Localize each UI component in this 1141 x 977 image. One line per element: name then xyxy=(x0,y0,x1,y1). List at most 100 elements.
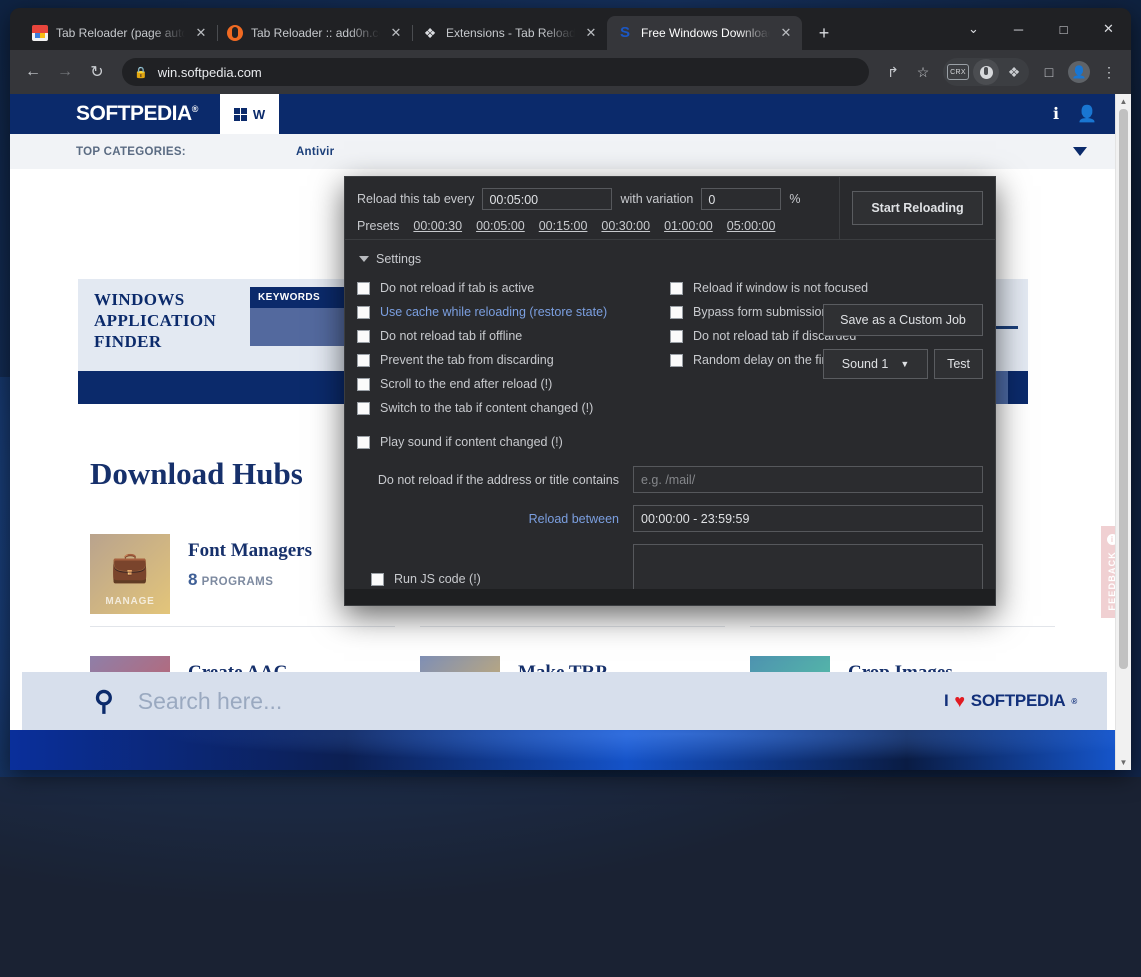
chevron-down-icon[interactable]: ⌄ xyxy=(951,8,996,50)
popup-footer xyxy=(345,589,995,605)
browser-tab-2[interactable]: Tab Reloader :: add0n.com ✕ xyxy=(217,16,412,50)
crx-icon[interactable]: CRX xyxy=(944,58,972,86)
checkbox[interactable] xyxy=(357,330,370,343)
address-bar[interactable]: 🔒 win.softpedia.com xyxy=(122,58,869,86)
option-label: Prevent the tab from discarding xyxy=(380,353,554,367)
site-search-bar[interactable]: ⚲ Search here... I ♥ SOFTPEDIA® xyxy=(22,672,1107,730)
checkbox[interactable] xyxy=(357,354,370,367)
option-reload-if-unfocused[interactable]: Reload if window is not focused xyxy=(670,276,983,300)
scrollbar-thumb[interactable] xyxy=(1119,109,1128,669)
hub-card[interactable]: 💼 MANAGE Font Managers 8 PROGRAMS xyxy=(90,534,312,614)
preset-link-4[interactable]: 00:30:00 xyxy=(601,219,650,233)
browser-tab-4-active[interactable]: S Free Windows Downloads ✕ xyxy=(607,16,802,50)
reload-between-row: Reload between 00:00:00 - 23:59:59 xyxy=(357,505,983,532)
interval-row: Reload this tab every 00:05:00 with vari… xyxy=(357,188,827,210)
option-prevent-discarding[interactable]: Prevent the tab from discarding xyxy=(357,348,670,372)
profile-avatar[interactable]: 👤 xyxy=(1065,58,1093,86)
account-icon[interactable]: 👤 xyxy=(1077,104,1097,124)
sound-select[interactable]: Sound 1 ▼ xyxy=(823,349,928,379)
share-icon[interactable]: ↱ xyxy=(879,58,907,86)
option-play-sound[interactable]: Play sound if content changed (!) xyxy=(357,430,983,454)
checkbox[interactable] xyxy=(371,573,384,586)
interval-input[interactable]: 00:05:00 xyxy=(482,188,612,210)
sound-select-value: Sound 1 xyxy=(842,357,889,371)
checkbox[interactable] xyxy=(670,330,683,343)
hub-name: Font Managers xyxy=(188,540,312,562)
scroll-up-arrow[interactable]: ▲ xyxy=(1116,94,1131,109)
checkbox[interactable] xyxy=(357,282,370,295)
new-tab-button[interactable]: + xyxy=(810,19,838,47)
chevron-down-icon[interactable] xyxy=(1073,147,1087,156)
settings-header[interactable]: Settings xyxy=(359,252,983,266)
start-reloading-button[interactable]: Start Reloading xyxy=(852,191,982,225)
option-label[interactable]: Use cache while reloading (restore state… xyxy=(380,305,607,319)
tab-reloader-popup: Reload this tab every 00:05:00 with vari… xyxy=(344,176,996,606)
page-scrollbar[interactable]: ▲ ▼ xyxy=(1115,94,1131,770)
browser-tab-3[interactable]: ❖ Extensions - Tab Reloader (p ✕ xyxy=(412,16,607,50)
chevron-down-icon: ▼ xyxy=(900,359,909,369)
variation-input[interactable]: 0 xyxy=(701,188,781,210)
minimize-button[interactable]: ─ xyxy=(996,8,1041,50)
save-custom-job-button[interactable]: Save as a Custom Job xyxy=(823,304,983,336)
preset-link-2[interactable]: 00:05:00 xyxy=(476,219,525,233)
checkbox[interactable] xyxy=(670,354,683,367)
checkbox[interactable] xyxy=(357,378,370,391)
search-input-placeholder[interactable]: Search here... xyxy=(138,688,282,715)
option-no-reload-offline[interactable]: Do not reload tab if offline xyxy=(357,324,670,348)
test-sound-button[interactable]: Test xyxy=(934,349,983,379)
close-window-button[interactable]: ✕ xyxy=(1086,8,1131,50)
reload-between-input[interactable]: 00:00:00 - 23:59:59 xyxy=(633,505,983,532)
preset-link-5[interactable]: 01:00:00 xyxy=(664,219,713,233)
extensions-puzzle-icon[interactable]: ❖ xyxy=(1000,58,1028,86)
page-title: Download Hubs xyxy=(90,456,303,492)
presets-label: Presets xyxy=(357,219,399,233)
webstore-icon xyxy=(32,25,48,41)
maximize-button[interactable]: □ xyxy=(1041,8,1086,50)
tab-close-button[interactable]: ✕ xyxy=(583,25,599,41)
browser-toolbar: ← → ↻ 🔒 win.softpedia.com ↱ ☆ CRX ❖ □ 👤 … xyxy=(10,50,1131,94)
tab-strip: Tab Reloader (page auto ref ✕ Tab Reload… xyxy=(10,8,1131,50)
hub-divider xyxy=(90,626,395,627)
exclude-address-input[interactable]: e.g. /mail/ xyxy=(633,466,983,493)
info-icon[interactable]: ℹ xyxy=(1053,104,1059,124)
browser-menu-icon[interactable]: ⋮ xyxy=(1095,58,1123,86)
preset-link-6[interactable]: 05:00:00 xyxy=(727,219,776,233)
page-viewport: SOFTPEDIA® W ℹ 👤 TOP CATEGORIES: Antivir… xyxy=(10,94,1131,770)
tab-reloader-icon xyxy=(973,59,999,85)
category-link-antivirus[interactable]: Antivir xyxy=(296,146,335,158)
option-do-not-reload-if-active[interactable]: Do not reload if tab is active xyxy=(357,276,670,300)
hub-divider xyxy=(420,626,725,627)
popup-settings-section: Settings Do not reload if tab is active … xyxy=(345,240,995,600)
scroll-down-arrow[interactable]: ▼ xyxy=(1116,755,1131,770)
extensions-group: CRX ❖ xyxy=(943,58,1029,86)
option-use-cache[interactable]: Use cache while reloading (restore state… xyxy=(357,300,670,324)
checkbox[interactable] xyxy=(357,436,370,449)
back-button[interactable]: ← xyxy=(18,57,48,87)
run-js-toggle[interactable]: Run JS code (!) xyxy=(357,544,633,586)
option-scroll-to-end[interactable]: Scroll to the end after reload (!) xyxy=(357,372,670,396)
browser-tab-1[interactable]: Tab Reloader (page auto ref ✕ xyxy=(22,16,217,50)
i-love-softpedia: I ♥ SOFTPEDIA® xyxy=(944,691,1077,712)
forward-button[interactable]: → xyxy=(50,57,80,87)
option-switch-on-change[interactable]: Switch to the tab if content changed (!) xyxy=(357,396,670,420)
tab-reloader-extension-button[interactable] xyxy=(972,58,1000,86)
option-label: Do not reload tab if offline xyxy=(380,329,522,343)
checkbox[interactable] xyxy=(670,306,683,319)
windows-section-tab[interactable]: W xyxy=(220,94,279,134)
reload-between-label[interactable]: Reload between xyxy=(357,512,633,526)
tab-close-button[interactable]: ✕ xyxy=(388,25,404,41)
tab-close-button[interactable]: ✕ xyxy=(193,25,209,41)
tab-close-button[interactable]: ✕ xyxy=(778,25,794,41)
checkbox[interactable] xyxy=(357,306,370,319)
hub-thumbnail: 💼 MANAGE xyxy=(90,534,170,614)
checkbox[interactable] xyxy=(357,402,370,415)
site-logo[interactable]: SOFTPEDIA® xyxy=(76,102,198,126)
preset-link-3[interactable]: 00:15:00 xyxy=(539,219,588,233)
reload-button[interactable]: ↻ xyxy=(82,57,112,87)
bookmark-star-icon[interactable]: ☆ xyxy=(909,58,937,86)
side-panel-icon[interactable]: □ xyxy=(1035,58,1063,86)
checkbox[interactable] xyxy=(670,282,683,295)
preset-link-1[interactable]: 00:00:30 xyxy=(413,219,462,233)
percent-label: % xyxy=(789,192,800,206)
hub-badge: MANAGE xyxy=(90,596,170,607)
